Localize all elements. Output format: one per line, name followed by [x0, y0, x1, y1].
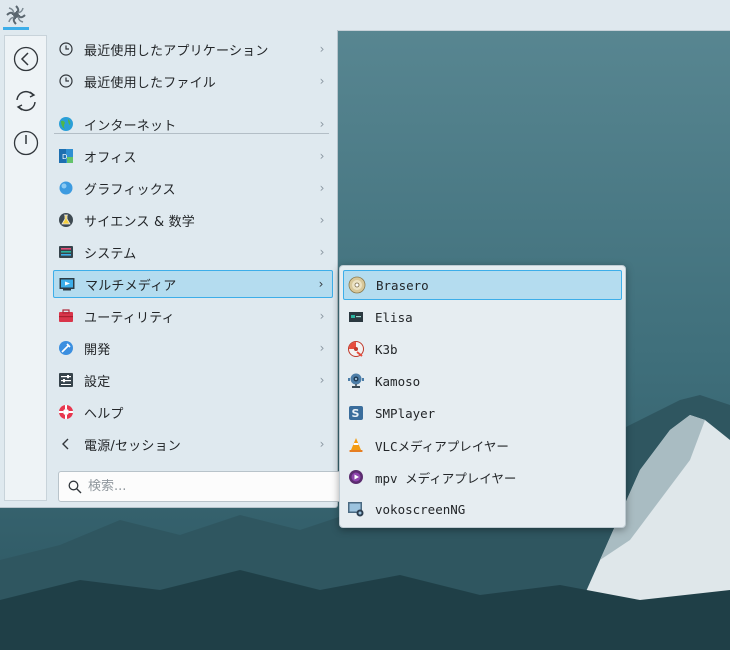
chevron-right-icon: ›	[319, 341, 325, 355]
category-label: システム	[84, 246, 137, 262]
graphics-icon	[58, 180, 74, 196]
svg-text:D: D	[62, 153, 67, 161]
app-elisa[interactable]: Elisa	[343, 302, 622, 332]
mpv-icon	[347, 468, 365, 486]
app-label: Brasero	[376, 277, 429, 293]
system-icon	[58, 244, 74, 260]
clock-icon	[58, 73, 74, 89]
category-internet[interactable]: インターネット ›	[53, 110, 333, 138]
toolbox-icon	[58, 308, 74, 324]
category-label: 開発	[84, 342, 111, 358]
menu-item-label: 電源/セッション	[84, 438, 181, 454]
search-icon	[68, 480, 82, 494]
screen-recorder-icon	[347, 500, 365, 518]
switch-user-button[interactable]	[12, 87, 40, 115]
category-label: マルチメディア	[85, 278, 177, 294]
chevron-right-icon: ›	[319, 309, 325, 323]
application-menu: 最近使用したアプリケーション › 最近使用したファイル › インターネット › …	[0, 30, 348, 508]
chevron-right-icon: ›	[319, 74, 325, 88]
category-multimedia[interactable]: マルチメディア ›	[53, 270, 333, 298]
globe-icon	[58, 116, 74, 132]
top-panel	[0, 0, 730, 31]
back-button[interactable]	[12, 45, 40, 73]
multimedia-icon	[59, 276, 75, 292]
menu-item-recent-apps[interactable]: 最近使用したアプリケーション ›	[53, 35, 333, 63]
category-development[interactable]: 開発 ›	[53, 334, 333, 362]
category-office[interactable]: D オフィス ›	[53, 142, 333, 170]
menu-item-recent-files[interactable]: 最近使用したファイル ›	[53, 67, 333, 95]
settings-icon	[58, 372, 74, 388]
chevron-right-icon: ›	[319, 181, 325, 195]
app-label: K3b	[375, 341, 398, 357]
vlc-cone-icon	[347, 436, 365, 454]
chevron-right-icon: ›	[319, 42, 325, 56]
power-icon	[13, 130, 39, 156]
music-player-icon	[347, 308, 365, 326]
clock-icon	[58, 41, 74, 57]
help-icon	[58, 404, 74, 420]
search-input[interactable]	[88, 479, 328, 494]
app-kamoso[interactable]: Kamoso	[343, 366, 622, 396]
chevron-right-icon: ›	[319, 117, 325, 131]
application-launcher-button[interactable]	[3, 2, 29, 28]
category-science[interactable]: サイエンス & 数学 ›	[53, 206, 333, 234]
chevron-right-icon: ›	[319, 245, 325, 259]
multimedia-submenu: Brasero Elisa K3b Kamoso S SMPlayer VLCメ…	[339, 265, 626, 528]
chevron-right-icon: ›	[318, 277, 324, 291]
app-label: vokoscreenNG	[375, 501, 466, 517]
app-brasero[interactable]: Brasero	[343, 270, 622, 300]
menu-item-power-session[interactable]: 電源/セッション ›	[53, 430, 333, 458]
category-settings[interactable]: 設定 ›	[53, 366, 333, 394]
chevron-right-icon: ›	[319, 213, 325, 227]
chevron-right-icon: ›	[319, 149, 325, 163]
chevron-right-icon: ›	[319, 373, 325, 387]
category-label: サイエンス & 数学	[84, 214, 196, 230]
category-label: インターネット	[84, 118, 177, 134]
science-icon	[58, 212, 74, 228]
disc-burner-icon	[348, 276, 366, 294]
app-label: Elisa	[375, 309, 413, 325]
category-graphics[interactable]: グラフィックス ›	[53, 174, 333, 202]
category-label: ユーティリティ	[84, 310, 175, 326]
smplayer-icon: S	[347, 404, 365, 422]
search-field[interactable]	[58, 471, 348, 502]
category-label: オフィス	[84, 150, 137, 166]
refresh-icon	[16, 90, 36, 112]
app-vlc[interactable]: VLCメディアプレイヤー	[343, 430, 622, 460]
menu-item-label: ヘルプ	[84, 406, 124, 422]
app-label: SMPlayer	[375, 405, 436, 421]
menu-item-label: 最近使用したアプリケーション	[84, 43, 269, 59]
category-label: グラフィックス	[84, 182, 176, 198]
app-vokoscreenng[interactable]: vokoscreenNG	[343, 494, 622, 524]
kde-launcher-icon	[6, 5, 26, 25]
app-label: mpv メディアプレイヤー	[375, 470, 517, 486]
category-label: 設定	[84, 374, 111, 390]
back-chevron-icon	[58, 436, 74, 452]
webcam-icon	[347, 372, 365, 390]
category-system[interactable]: システム ›	[53, 238, 333, 266]
app-smplayer[interactable]: S SMPlayer	[343, 398, 622, 428]
chevron-right-icon: ›	[319, 437, 325, 451]
menu-item-label: 最近使用したファイル	[84, 75, 217, 91]
app-label: VLCメディアプレイヤー	[375, 438, 509, 454]
app-mpv[interactable]: mpv メディアプレイヤー	[343, 462, 622, 492]
development-icon	[58, 340, 74, 356]
app-label: Kamoso	[375, 373, 421, 389]
k3b-icon	[347, 340, 365, 358]
category-utilities[interactable]: ユーティリティ ›	[53, 302, 333, 330]
svg-text:S: S	[352, 407, 360, 420]
menu-sidebar	[4, 35, 47, 501]
menu-item-help[interactable]: ヘルプ	[53, 398, 333, 426]
office-icon: D	[58, 148, 74, 164]
shutdown-button[interactable]	[12, 129, 40, 157]
back-arrow-icon	[13, 46, 39, 72]
app-k3b[interactable]: K3b	[343, 334, 622, 364]
